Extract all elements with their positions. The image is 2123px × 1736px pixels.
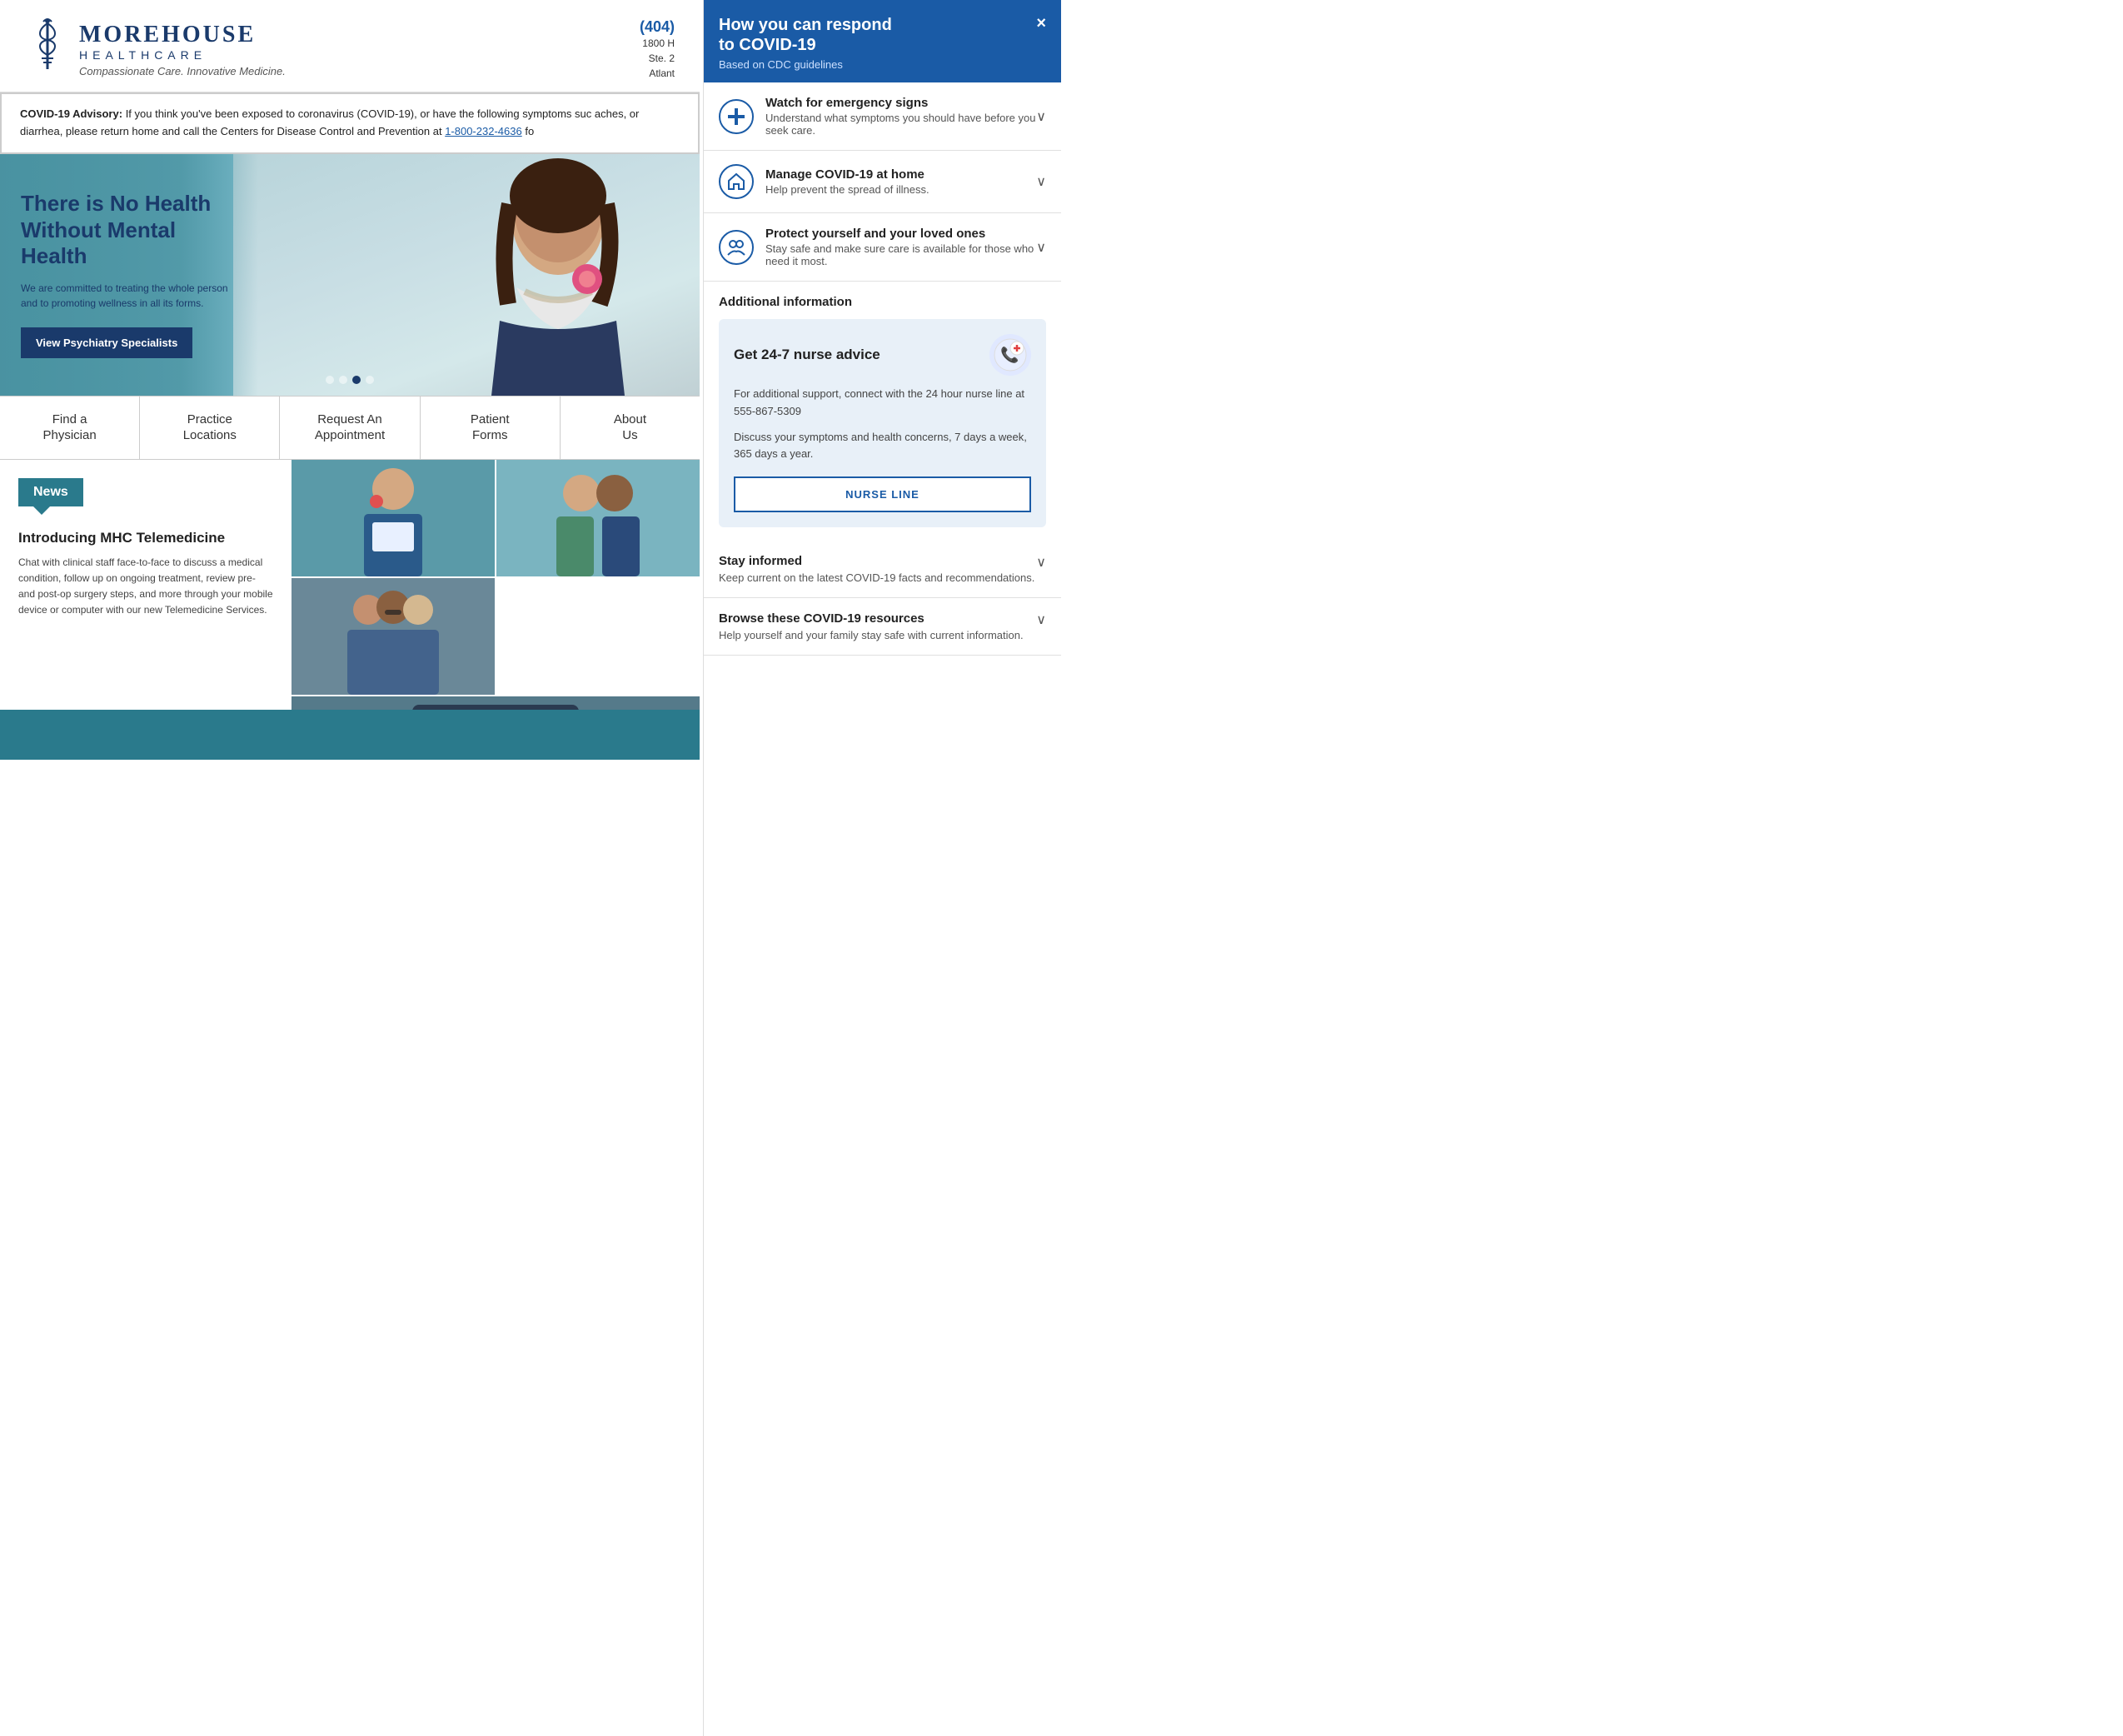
hero-cta-button[interactable]: View Psychiatry Specialists bbox=[21, 327, 192, 358]
news-image-3 bbox=[292, 578, 495, 695]
news-tag: News bbox=[18, 478, 83, 506]
covid-section-emergency-content: Watch for emergency signs Understand wha… bbox=[765, 96, 1036, 137]
covid-close-button[interactable]: × bbox=[1036, 15, 1046, 32]
covid-additional: Additional information Get 24-7 nurse ad… bbox=[704, 282, 1061, 541]
hero-dots bbox=[326, 376, 374, 384]
header-address: 1800 H Ste. 2 Atlant bbox=[640, 36, 675, 81]
nav-request-appointment[interactable]: Request AnAppointment bbox=[280, 397, 420, 459]
covid-section-emergency-left: Watch for emergency signs Understand wha… bbox=[719, 96, 1036, 137]
covid-subtitle: Based on CDC guidelines bbox=[719, 58, 892, 71]
covid-section-protect-desc: Stay safe and make sure care is availabl… bbox=[765, 242, 1036, 267]
covid-stay-informed-title: Stay informed bbox=[719, 554, 1034, 568]
covid-browse-resources: Browse these COVID-19 resources Help you… bbox=[704, 598, 1061, 656]
nav-patient-forms-label: PatientForms bbox=[471, 412, 510, 444]
covid-section-protect-left: Protect yourself and your loved ones Sta… bbox=[719, 227, 1036, 267]
logo-area: MOREHOUSE HEALTHCARE Compassionate Care.… bbox=[25, 15, 286, 83]
hero-dot-4 bbox=[366, 376, 374, 384]
logo-tagline: Compassionate Care. Innovative Medicine. bbox=[79, 65, 286, 77]
nav-bar: Find aPhysician PracticeLocations Reques… bbox=[0, 396, 700, 460]
header-contact: (404) 1800 H Ste. 2 Atlant bbox=[640, 18, 675, 81]
nav-practice-locations[interactable]: PracticeLocations bbox=[140, 397, 280, 459]
news-title: Introducing MHC Telemedicine bbox=[18, 530, 273, 546]
covid-browse-resources-header[interactable]: Browse these COVID-19 resources Help you… bbox=[704, 598, 1061, 655]
covid-section-emergency-header[interactable]: Watch for emergency signs Understand wha… bbox=[704, 82, 1061, 150]
covid-section-protect-title: Protect yourself and your loved ones bbox=[765, 227, 1036, 241]
nav-about-us[interactable]: AboutUs bbox=[561, 397, 700, 459]
covid-section-protect: Protect yourself and your loved ones Sta… bbox=[704, 213, 1061, 282]
covid-emergency-icon bbox=[719, 99, 754, 134]
hero-dot-1 bbox=[326, 376, 334, 384]
covid-section-home-chevron: ∨ bbox=[1036, 173, 1046, 190]
hero-content: There is No Health Without Mental Health… bbox=[0, 154, 258, 396]
covid-section-protect-content: Protect yourself and your loved ones Sta… bbox=[765, 227, 1036, 267]
covid-section-home-content: Manage COVID-19 at home Help prevent the… bbox=[765, 167, 929, 196]
hero-desc: We are committed to treating the whole p… bbox=[21, 281, 237, 311]
hero-dot-2 bbox=[339, 376, 347, 384]
news-image-telemedicine: TELEMEDICINE Morehouse Healthcare bbox=[292, 696, 700, 710]
nurse-card-top: Get 24-7 nurse advice 📞 bbox=[734, 334, 1031, 376]
bottom-teal-bar bbox=[0, 710, 700, 760]
news-text: Chat with clinical staff face-to-face to… bbox=[18, 555, 273, 619]
covid-section-emergency-desc: Understand what symptoms you should have… bbox=[765, 112, 1036, 137]
covid-browse-resources-content: Browse these COVID-19 resources Help you… bbox=[719, 611, 1024, 641]
caduceus-icon bbox=[25, 15, 71, 83]
news-image-1 bbox=[292, 460, 495, 576]
hero-section: There is No Health Without Mental Health… bbox=[0, 154, 700, 396]
logo-text: MOREHOUSE HEALTHCARE Compassionate Care.… bbox=[79, 22, 286, 77]
covid-section-home-title: Manage COVID-19 at home bbox=[765, 167, 929, 182]
nav-request-appointment-label: Request AnAppointment bbox=[315, 412, 385, 444]
covid-panel: How you can respondto COVID-19 Based on … bbox=[703, 0, 1061, 1736]
covid-stay-informed: Stay informed Keep current on the latest… bbox=[704, 541, 1061, 598]
hero-image bbox=[233, 154, 700, 396]
covid-section-home: Manage COVID-19 at home Help prevent the… bbox=[704, 151, 1061, 213]
covid-stay-informed-content: Stay informed Keep current on the latest… bbox=[719, 554, 1034, 584]
nav-practice-locations-label: PracticeLocations bbox=[183, 412, 237, 444]
covid-header-text: How you can respondto COVID-19 Based on … bbox=[719, 15, 892, 71]
covid-section-home-desc: Help prevent the spread of illness. bbox=[765, 183, 929, 196]
news-images: TELEMEDICINE Morehouse Healthcare bbox=[292, 460, 700, 710]
covid-stay-informed-chevron: ∨ bbox=[1036, 554, 1046, 571]
advisory-banner: COVID-19 Advisory: If you think you've b… bbox=[0, 92, 700, 154]
site-header: MOREHOUSE HEALTHCARE Compassionate Care.… bbox=[0, 0, 700, 92]
covid-home-icon bbox=[719, 164, 754, 199]
nurse-card: Get 24-7 nurse advice 📞 For additional s… bbox=[719, 319, 1046, 527]
covid-section-home-left: Manage COVID-19 at home Help prevent the… bbox=[719, 164, 929, 199]
covid-protect-icon bbox=[719, 230, 754, 265]
nurse-card-desc2: Discuss your symptoms and health concern… bbox=[734, 429, 1031, 464]
hero-title: There is No Health Without Mental Health bbox=[21, 191, 237, 269]
advisory-label: COVID-19 Advisory: bbox=[20, 107, 122, 120]
covid-section-emergency-chevron: ∨ bbox=[1036, 108, 1046, 125]
news-image-2 bbox=[496, 460, 700, 576]
covid-stay-informed-header[interactable]: Stay informed Keep current on the latest… bbox=[704, 541, 1061, 597]
covid-browse-resources-chevron: ∨ bbox=[1036, 611, 1046, 628]
nav-about-us-label: AboutUs bbox=[614, 412, 646, 444]
nav-find-physician-label: Find aPhysician bbox=[43, 412, 97, 444]
advisory-phone-link[interactable]: 1-800-232-4636 bbox=[445, 125, 522, 137]
covid-header: How you can respondto COVID-19 Based on … bbox=[704, 0, 1061, 82]
logo-brand-name: MOREHOUSE bbox=[79, 22, 286, 48]
nurse-line-button[interactable]: NURSE LINE bbox=[734, 476, 1031, 512]
nurse-card-title: Get 24-7 nurse advice bbox=[734, 347, 880, 363]
nurse-card-desc: For additional support, connect with the… bbox=[734, 386, 1031, 421]
nurse-phone-icon: 📞 bbox=[989, 334, 1031, 376]
covid-title: How you can respondto COVID-19 bbox=[719, 15, 892, 55]
logo-brand-sub: HEALTHCARE bbox=[79, 48, 286, 62]
covid-section-emergency: Watch for emergency signs Understand wha… bbox=[704, 82, 1061, 151]
covid-browse-resources-desc: Help yourself and your family stay safe … bbox=[719, 629, 1024, 641]
news-section: News Introducing MHC Telemedicine Chat w… bbox=[0, 460, 700, 710]
covid-stay-informed-desc: Keep current on the latest COVID-19 fact… bbox=[719, 571, 1034, 584]
covid-additional-title: Additional information bbox=[719, 295, 1046, 309]
news-left: News Introducing MHC Telemedicine Chat w… bbox=[0, 460, 292, 710]
covid-section-protect-chevron: ∨ bbox=[1036, 239, 1046, 256]
covid-section-home-header[interactable]: Manage COVID-19 at home Help prevent the… bbox=[704, 151, 1061, 212]
hero-dot-3[interactable] bbox=[352, 376, 361, 384]
covid-section-emergency-title: Watch for emergency signs bbox=[765, 96, 1036, 110]
header-phone[interactable]: (404) bbox=[640, 18, 675, 36]
covid-browse-resources-title: Browse these COVID-19 resources bbox=[719, 611, 1024, 626]
advisory-text-after: fo bbox=[525, 125, 534, 137]
nav-find-physician[interactable]: Find aPhysician bbox=[0, 397, 140, 459]
covid-section-protect-header[interactable]: Protect yourself and your loved ones Sta… bbox=[704, 213, 1061, 281]
nav-patient-forms[interactable]: PatientForms bbox=[421, 397, 561, 459]
